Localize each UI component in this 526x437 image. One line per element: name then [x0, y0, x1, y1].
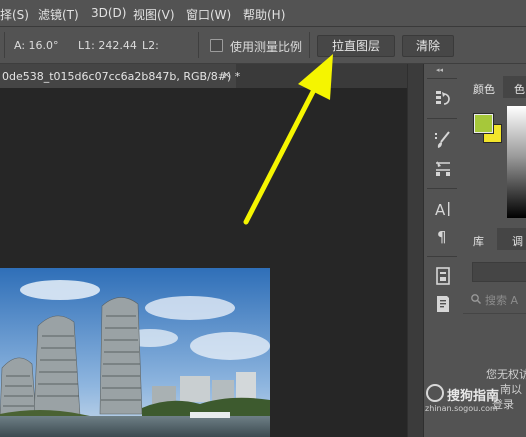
- library-notice-line2: 南以: [500, 383, 522, 396]
- panel-divider: [463, 313, 526, 314]
- tool-divider: [427, 78, 457, 79]
- watermark-url: zhinan.sogou.com: [425, 404, 498, 413]
- svg-text:A: A: [435, 201, 446, 219]
- tool-divider: [427, 118, 457, 119]
- library-search-input[interactable]: 搜索 A: [485, 292, 518, 308]
- search-icon: [471, 294, 481, 304]
- watermark-text: 搜狗指南: [447, 389, 500, 404]
- brush-settings-icon[interactable]: [433, 158, 453, 178]
- library-dropdown[interactable]: [472, 262, 526, 282]
- panel-dock-strip: [407, 64, 423, 437]
- color-field[interactable]: [507, 106, 526, 218]
- tab-color-label: 颜色: [473, 83, 495, 96]
- library-notice-line1: 您无权访: [486, 368, 526, 381]
- foreground-color-swatch[interactable]: [473, 113, 494, 134]
- history-icon[interactable]: [433, 88, 453, 108]
- properties-icon[interactable]: [433, 266, 453, 286]
- paragraph-icon[interactable]: ¶: [433, 226, 453, 246]
- collapse-panels-icon[interactable]: ◂◂: [436, 66, 443, 74]
- tool-divider: [427, 188, 457, 189]
- brush-icon[interactable]: [433, 130, 453, 150]
- panel-icon-column: [423, 64, 464, 437]
- character-icon[interactable]: A: [433, 199, 453, 219]
- watermark-logo: [426, 384, 444, 402]
- notes-icon[interactable]: [433, 294, 453, 314]
- svg-text:¶: ¶: [437, 228, 447, 246]
- tab-adjustments-label[interactable]: 调: [512, 233, 523, 249]
- tab-libraries-label: 库: [473, 235, 484, 248]
- tab-swatches-label[interactable]: 色: [514, 81, 525, 97]
- tool-divider: [427, 256, 457, 257]
